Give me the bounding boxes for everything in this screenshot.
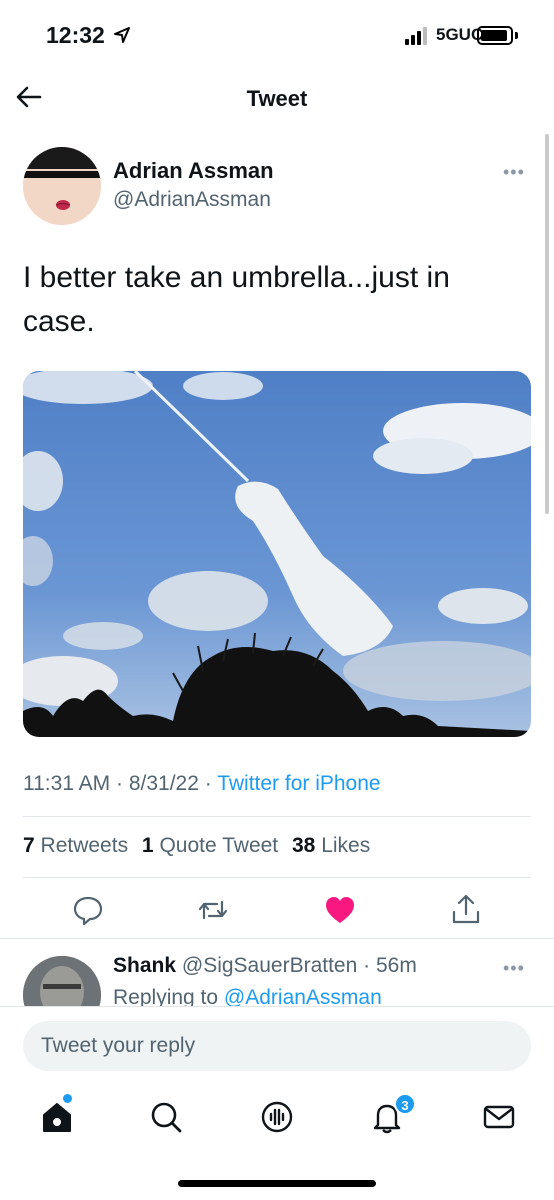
signal-icon xyxy=(405,27,429,45)
retweets-count: 7 xyxy=(23,834,35,857)
tweet-actions xyxy=(0,888,554,932)
battery-nub xyxy=(515,32,518,39)
likes-count: 38 xyxy=(292,834,316,857)
scrollbar[interactable] xyxy=(545,134,549,514)
reply-time: · 56m xyxy=(363,954,417,977)
reply-header: Shank @SigSauerBratten · 56m xyxy=(113,954,417,978)
quotes-count: 1 xyxy=(141,834,154,857)
status-time: 12:32 xyxy=(46,22,105,48)
quote-tweets-stat[interactable]: 1 Quote Tweet xyxy=(142,834,278,857)
notification-badge: 3 xyxy=(394,1093,416,1115)
reply-icon[interactable] xyxy=(70,892,106,928)
home-unread-dot xyxy=(63,1094,72,1103)
reply-author-name[interactable]: Shank xyxy=(113,954,176,977)
divider xyxy=(0,938,554,939)
home-indicator xyxy=(178,1180,376,1187)
tweet-image[interactable] xyxy=(23,371,531,737)
tweet-meta: 11:31 AM · 8/31/22 · Twitter for iPhone xyxy=(23,772,381,796)
messages-icon[interactable] xyxy=(480,1098,518,1136)
spaces-icon[interactable] xyxy=(258,1098,296,1136)
divider xyxy=(23,816,531,817)
retweets-stat[interactable]: 7 Retweets xyxy=(23,834,128,857)
reply-author-handle[interactable]: @SigSauerBratten xyxy=(182,954,357,977)
author-name[interactable]: Adrian Assman xyxy=(113,158,274,184)
home-icon[interactable] xyxy=(38,1098,76,1136)
quotes-label: Quote Tweet xyxy=(159,834,279,857)
reply-input[interactable] xyxy=(23,1021,531,1071)
likes-stat[interactable]: 38 Likes xyxy=(292,834,370,857)
page-title: Tweet xyxy=(246,86,308,111)
divider xyxy=(23,877,531,878)
author-handle[interactable]: @AdrianAssman xyxy=(113,188,271,212)
tweet-timestamp: 11:31 AM · 8/31/22 · xyxy=(23,772,218,795)
retweets-label: Retweets xyxy=(40,834,129,857)
tweet-text: I better take an umbrella...just in case… xyxy=(23,261,450,338)
nav-header: Tweet xyxy=(0,70,554,126)
likes-label: Likes xyxy=(321,834,371,857)
like-icon[interactable] xyxy=(322,892,358,928)
more-options-icon[interactable]: ••• xyxy=(503,162,525,183)
reply-more-options-icon[interactable]: ••• xyxy=(503,958,525,979)
tweet-source-link[interactable]: Twitter for iPhone xyxy=(217,772,380,795)
share-icon[interactable] xyxy=(448,892,484,928)
retweet-icon[interactable] xyxy=(195,892,231,928)
search-icon[interactable] xyxy=(147,1098,185,1136)
status-bar: 12:32 5GUC xyxy=(0,0,554,70)
tweet-stats: 7 Retweets 1 Quote Tweet 38 Likes xyxy=(23,834,378,858)
battery-icon xyxy=(477,26,513,45)
bottom-tab-bar xyxy=(0,1086,554,1146)
author-avatar[interactable] xyxy=(23,147,101,225)
location-arrow-icon xyxy=(113,26,131,49)
